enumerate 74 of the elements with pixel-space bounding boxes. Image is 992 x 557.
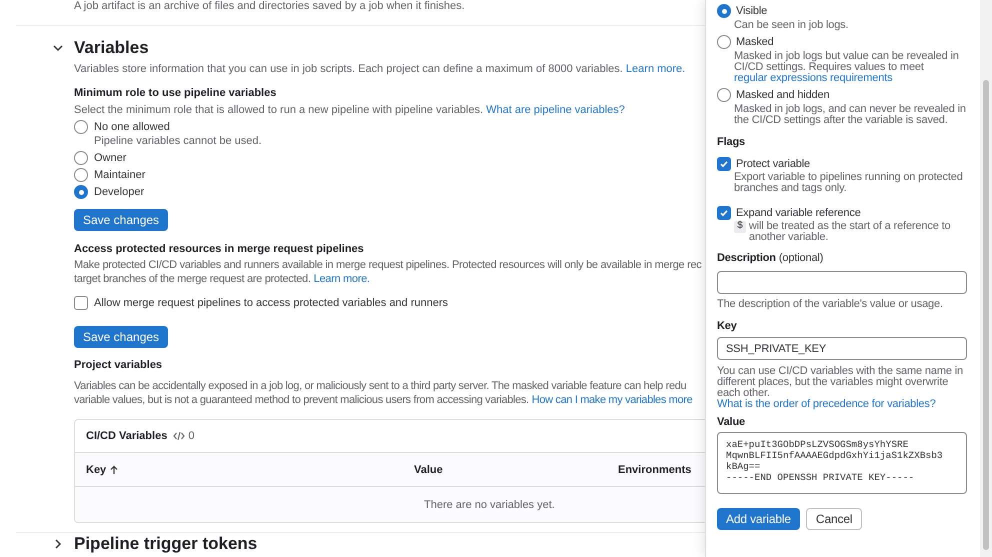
help-text: will be treated as the start of a reference to another variable. <box>748 221 952 243</box>
key-field[interactable]: SSH_PRIVATE_KEY <box>717 337 967 360</box>
radio-button[interactable] <box>74 151 88 165</box>
code-icon <box>173 431 186 441</box>
help-text: You can use CI/CD variables with the same name in different places, but the variables might overwrite each other. <box>717 366 964 399</box>
section-title: Variables <box>74 37 149 59</box>
primary-button[interactable]: Save changes <box>74 326 168 348</box>
radio-label[interactable]: Masked and hidden <box>736 90 830 100</box>
checkbox-label[interactable]: Allow merge request pipelines to access protected variables and runners <box>94 296 448 310</box>
primary-button[interactable]: Save changes <box>74 209 168 231</box>
scrollbar[interactable] <box>980 0 992 557</box>
section-description: A job artifact is an archive of files and directories saved by a job when it finishes. <box>74 0 466 12</box>
empty-state-text: There are no variables yet. <box>424 498 555 512</box>
radio-label[interactable]: Owner <box>94 151 126 165</box>
column-header[interactable]: Value <box>414 462 443 476</box>
column-header[interactable]: Key <box>86 462 106 476</box>
subsection-title: Minimum role to use pipeline variables <box>74 86 278 100</box>
checkmark-icon <box>719 208 729 218</box>
checkbox[interactable] <box>717 206 731 220</box>
checkbox-label[interactable]: Expand variable reference <box>736 208 861 218</box>
checkmark-icon <box>719 159 729 169</box>
help-link[interactable]: How can I make my variables more <box>532 393 692 407</box>
code-line: xaE+puIt3GObDPsLZVSOGSm8ysYhYSRE <box>726 439 910 450</box>
help-text: Pipeline variables cannot be used. <box>94 134 263 148</box>
sort-arrow-icon[interactable] <box>110 464 118 474</box>
field-label: Description <box>717 253 776 264</box>
radio-button[interactable] <box>717 88 731 102</box>
checkbox-label[interactable]: Protect variable <box>736 158 810 170</box>
help-text: Export variable to pipelines running on protected branches and tags only. <box>734 172 964 194</box>
code-line: -----END OPENSSH PRIVATE KEY----- <box>726 472 916 483</box>
cancel-button[interactable]: Cancel <box>806 508 862 530</box>
description-field[interactable] <box>717 271 967 294</box>
radio-button[interactable] <box>74 120 88 134</box>
learn-more-link[interactable]: Learn more. <box>626 63 686 75</box>
help-text: variable values, but is not a guaranteed method to prevent malicious users from accessing variables. <box>74 393 529 407</box>
help-text: Masked in job logs but value can be revealed in CI/CD settings. Requires values to meet <box>734 51 960 73</box>
help-text: The description of the variable's value or usage. <box>717 299 944 310</box>
value-field[interactable]: xaE+puIt3GObDPsLZVSOGSm8ysYhYSRE MqwnBLFII5nfAAAAEGdpdGxhYi1jaS1kZXBsb3 kBAg== -----END OPENSSH PRIVATE KEY----- <box>717 432 967 494</box>
help-link[interactable]: regular expressions requirements <box>734 73 967 84</box>
learn-more-link[interactable]: Learn more. <box>314 272 370 286</box>
help-text: Make protected CI/CD variables and runners available in merge request pipelines. Protected resources will only be available in merge rec <box>74 258 702 272</box>
field-label: Key <box>717 321 738 332</box>
radio-label[interactable]: No one allowed <box>94 120 170 134</box>
help-text: Masked in job logs, and can never be revealed in the CI/CD settings after the variable is saved. <box>734 104 967 126</box>
help-link[interactable]: What is the order of precedence for variables? <box>717 399 967 410</box>
checkbox[interactable] <box>74 296 88 310</box>
help-text: target branches of the merge request are protected. <box>74 272 311 286</box>
code-snippet: $ <box>734 221 746 233</box>
field-label: Value <box>717 417 746 428</box>
help-text: Variables can be accidentally exposed in a job log, or maliciously sent to a third party server. The masked variable feature can help redu <box>74 379 686 393</box>
radio-button[interactable] <box>74 168 88 182</box>
help-text: Can be seen in job logs. <box>734 20 850 31</box>
section-description: Variables store information that you can use in job scripts. Each project can define a maximum of 8000 variables. Learn more. <box>74 62 686 76</box>
subsection-title: Access protected resources in merge request pipelines <box>74 242 365 256</box>
radio-button[interactable] <box>74 185 88 199</box>
field-label: Flags <box>717 137 746 148</box>
code-line: MqwnBLFII5nfAAAAEGdpdGxhYi1jaS1kZXBsb3 <box>726 450 944 461</box>
checkbox[interactable] <box>717 157 731 171</box>
code-line: kBAg== <box>726 461 762 472</box>
radio-label[interactable]: Maintainer <box>94 168 146 182</box>
help-text: Select the minimum role that is allowed to run a new pipeline with pipeline variables. What are pipeline variables? <box>74 103 626 117</box>
radio-label[interactable]: Developer <box>94 185 144 199</box>
primary-button[interactable]: Add variable <box>717 508 800 530</box>
section-title: Pipeline trigger tokens <box>74 534 258 553</box>
radio-label[interactable]: Masked <box>736 36 774 48</box>
column-header[interactable]: Environments <box>618 462 692 476</box>
variable-count: 0 <box>188 429 194 443</box>
field-label: (optional) <box>778 253 824 264</box>
radio-label[interactable]: Visible <box>736 6 768 16</box>
radio-button[interactable] <box>717 35 731 49</box>
help-link[interactable]: What are pipeline variables? <box>486 104 625 116</box>
radio-button[interactable] <box>717 4 731 18</box>
subsection-title: Project variables <box>74 358 164 372</box>
card-title: CI/CD Variables <box>86 429 168 443</box>
